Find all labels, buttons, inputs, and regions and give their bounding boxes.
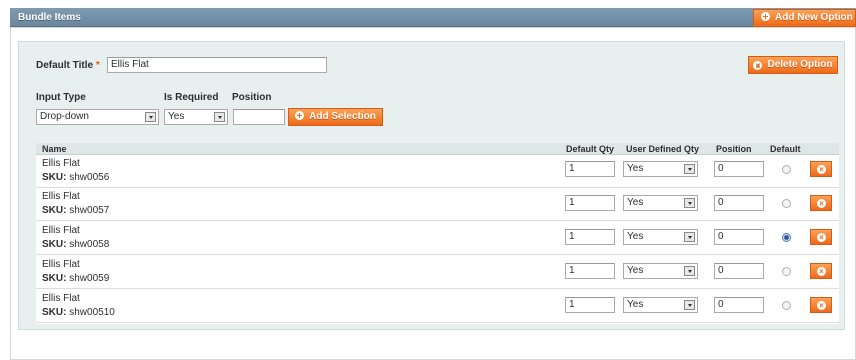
sku-label: SKU: bbox=[42, 273, 67, 284]
user-defined-qty-select[interactable]: Yes bbox=[623, 161, 698, 177]
is-required-select[interactable]: Yes bbox=[164, 109, 228, 125]
section-title: Bundle Items bbox=[18, 12, 81, 23]
sku-label: SKU: bbox=[42, 307, 67, 318]
user-defined-qty-select[interactable]: Yes bbox=[623, 263, 698, 279]
required-asterisk: * bbox=[95, 60, 100, 71]
user-defined-qty-value: Yes bbox=[627, 299, 644, 310]
chevron-down-icon bbox=[684, 266, 695, 276]
delete-selection-button[interactable]: × bbox=[810, 263, 832, 279]
chevron-down-icon bbox=[684, 198, 695, 208]
input-type-label: Input Type bbox=[36, 92, 86, 103]
default-qty-input[interactable]: 1 bbox=[565, 195, 615, 211]
user-defined-qty-value: Yes bbox=[627, 197, 644, 208]
default-radio[interactable] bbox=[782, 199, 791, 208]
table-row: Ellis Flat SKU: shw0058 1 Yes 0 × bbox=[36, 223, 839, 255]
section-header: Bundle Items bbox=[10, 8, 856, 27]
sku-value: shw0057 bbox=[69, 205, 110, 216]
sku-value: shw0058 bbox=[69, 239, 110, 250]
sku-label: SKU: bbox=[42, 205, 67, 216]
user-defined-qty-value: Yes bbox=[627, 265, 644, 276]
user-defined-qty-select[interactable]: Yes bbox=[623, 229, 698, 245]
plus-circle-icon bbox=[761, 12, 770, 21]
sku-value: shw0059 bbox=[69, 273, 110, 284]
sku-value: shw0056 bbox=[69, 172, 110, 183]
default-qty-input[interactable]: 1 bbox=[565, 161, 615, 177]
col-user-defined-qty: User Defined Qty bbox=[626, 144, 700, 154]
item-name: Ellis Flat bbox=[42, 158, 80, 169]
input-type-select[interactable]: Drop-down bbox=[36, 109, 159, 125]
x-circle-icon: × bbox=[817, 233, 826, 242]
chevron-down-icon bbox=[684, 300, 695, 310]
item-sku: SKU: shw00510 bbox=[42, 306, 115, 319]
add-selection-button[interactable]: Add Selection bbox=[288, 108, 383, 126]
col-name: Name bbox=[42, 144, 67, 154]
user-defined-qty-value: Yes bbox=[627, 163, 644, 174]
selection-position-input[interactable]: 0 bbox=[714, 297, 764, 313]
grid-header: Name Default Qty User Defined Qty Positi… bbox=[36, 143, 839, 155]
delete-option-button[interactable]: × Delete Option bbox=[748, 56, 838, 74]
default-qty-input[interactable]: 1 bbox=[565, 229, 615, 245]
item-name: Ellis Flat bbox=[42, 191, 80, 202]
default-radio-selected[interactable] bbox=[782, 233, 791, 242]
x-circle-icon: × bbox=[817, 301, 826, 310]
selection-position-input[interactable]: 0 bbox=[714, 229, 764, 245]
item-sku: SKU: shw0056 bbox=[42, 171, 109, 184]
sku-label: SKU: bbox=[42, 172, 67, 183]
default-radio[interactable] bbox=[782, 301, 791, 310]
input-type-value: Drop-down bbox=[40, 111, 89, 122]
default-radio[interactable] bbox=[782, 165, 791, 174]
is-required-value: Yes bbox=[168, 111, 185, 122]
item-name: Ellis Flat bbox=[42, 225, 80, 236]
delete-selection-button[interactable]: × bbox=[810, 161, 832, 177]
delete-option-label: Delete Option bbox=[767, 59, 833, 70]
delete-selection-button[interactable]: × bbox=[810, 195, 832, 211]
table-row: Ellis Flat SKU: shw0057 1 Yes 0 × bbox=[36, 189, 839, 221]
col-default-qty: Default Qty bbox=[566, 144, 615, 154]
user-defined-qty-value: Yes bbox=[627, 231, 644, 242]
item-name: Ellis Flat bbox=[42, 259, 80, 270]
chevron-down-icon bbox=[214, 112, 225, 122]
plus-circle-icon bbox=[295, 111, 305, 120]
selection-grid: Name Default Qty User Defined Qty Positi… bbox=[36, 143, 839, 324]
sku-label: SKU: bbox=[42, 239, 67, 250]
chevron-down-icon bbox=[145, 112, 156, 122]
x-circle-icon: × bbox=[817, 267, 826, 276]
col-position: Position bbox=[716, 144, 752, 154]
selection-position-input[interactable]: 0 bbox=[714, 195, 764, 211]
table-row: Ellis Flat SKU: shw00510 1 Yes 0 × bbox=[36, 291, 839, 323]
option-position-input[interactable] bbox=[233, 109, 285, 125]
chevron-down-icon bbox=[684, 232, 695, 242]
x-circle-icon: × bbox=[753, 61, 763, 70]
item-sku: SKU: shw0058 bbox=[42, 238, 109, 251]
user-defined-qty-select[interactable]: Yes bbox=[623, 195, 698, 211]
default-radio[interactable] bbox=[782, 267, 791, 276]
chevron-down-icon bbox=[684, 164, 695, 174]
selection-position-input[interactable]: 0 bbox=[714, 263, 764, 279]
position-label: Position bbox=[232, 92, 272, 103]
add-new-option-label: Add New Option bbox=[775, 12, 853, 23]
default-title-label: Default Title * bbox=[36, 60, 100, 71]
default-title-label-text: Default Title bbox=[36, 60, 94, 71]
is-required-label: Is Required bbox=[164, 92, 219, 103]
selection-position-input[interactable]: 0 bbox=[714, 161, 764, 177]
item-name: Ellis Flat bbox=[42, 293, 80, 304]
add-selection-label: Add Selection bbox=[309, 111, 376, 122]
default-title-input[interactable]: Ellis Flat bbox=[107, 57, 327, 73]
x-circle-icon: × bbox=[817, 199, 826, 208]
delete-selection-button[interactable]: × bbox=[810, 229, 832, 245]
default-qty-input[interactable]: 1 bbox=[565, 263, 615, 279]
default-qty-input[interactable]: 1 bbox=[565, 297, 615, 313]
table-row: Ellis Flat SKU: shw0059 1 Yes 0 × bbox=[36, 257, 839, 289]
x-circle-icon: × bbox=[817, 165, 826, 174]
add-new-option-button[interactable]: Add New Option bbox=[753, 9, 856, 27]
user-defined-qty-select[interactable]: Yes bbox=[623, 297, 698, 313]
item-sku: SKU: shw0059 bbox=[42, 272, 109, 285]
item-sku: SKU: shw0057 bbox=[42, 204, 109, 217]
table-row: Ellis Flat SKU: shw0056 1 Yes 0 × bbox=[36, 156, 839, 188]
sku-value: shw00510 bbox=[69, 307, 115, 318]
delete-selection-button[interactable]: × bbox=[810, 297, 832, 313]
col-default: Default bbox=[770, 144, 801, 154]
